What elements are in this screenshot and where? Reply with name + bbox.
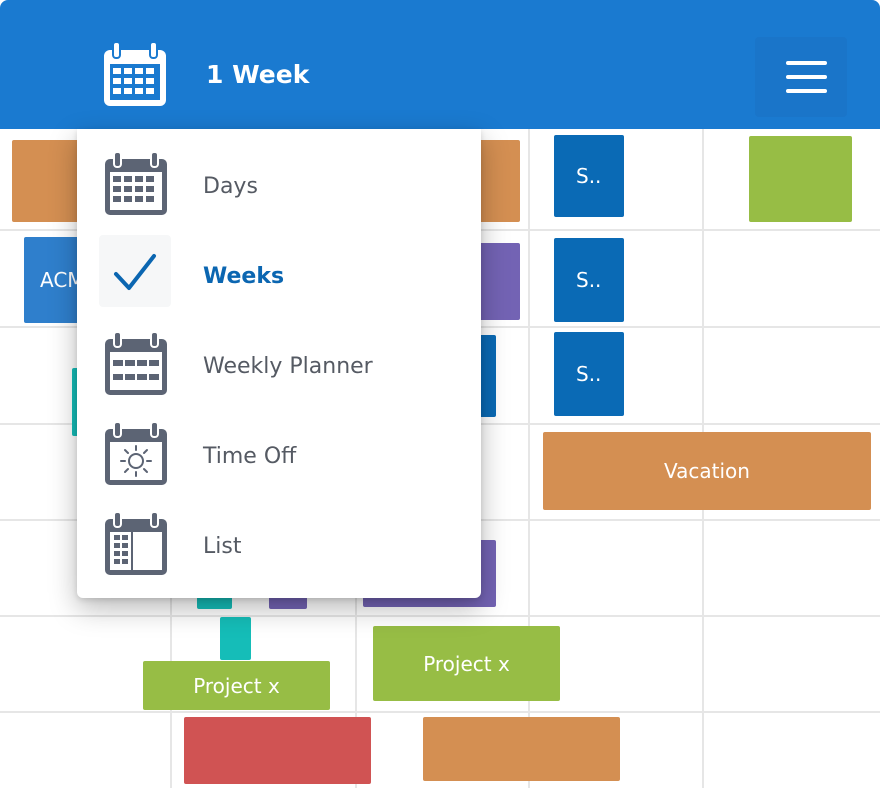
event-label: S.. (576, 268, 602, 292)
menu-item-label: List (203, 534, 242, 559)
event-label: Project x (193, 673, 280, 698)
checkmark-icon (114, 254, 156, 290)
menu-item-label: Weeks (203, 264, 285, 289)
event-block[interactable] (12, 140, 82, 222)
menu-item-list[interactable]: List (77, 496, 481, 586)
event-label: S.. (576, 362, 602, 386)
event-s-1[interactable]: S.. (554, 135, 624, 217)
event-project-x-2[interactable]: Project x (373, 626, 560, 701)
event-block[interactable] (184, 717, 371, 784)
event-acme[interactable]: ACM (24, 237, 85, 323)
grid-line (0, 711, 880, 713)
view-title[interactable]: 1 Week (206, 60, 309, 89)
menu-item-weekly-planner[interactable]: Weekly Planner (77, 316, 481, 406)
event-block[interactable] (220, 617, 251, 660)
menu-button[interactable] (755, 37, 847, 117)
calendar-icon[interactable] (100, 40, 170, 110)
menu-item-time-off[interactable]: Time Off (77, 406, 481, 496)
menu-item-label: Days (203, 174, 258, 199)
event-label: Vacation (664, 459, 750, 483)
grid-line (0, 615, 880, 617)
hamburger-menu-icon (786, 61, 827, 65)
hamburger-line (786, 89, 827, 93)
calendar-days-icon (105, 151, 167, 215)
event-project-x-1[interactable]: Project x (143, 661, 330, 710)
menu-item-days[interactable]: Days (77, 136, 481, 226)
calendar-weekly-planner-icon (105, 331, 167, 395)
event-s-2[interactable]: S.. (554, 238, 624, 322)
menu-item-weeks[interactable]: Weeks (77, 226, 481, 316)
calendar-list-icon (105, 511, 167, 575)
event-s-3[interactable]: S.. (554, 332, 624, 416)
header-bar: 1 Week (0, 0, 880, 129)
hamburger-line (786, 75, 827, 79)
event-block[interactable] (749, 136, 852, 222)
event-label: Project x (423, 651, 510, 676)
event-label: S.. (576, 164, 602, 188)
menu-item-label: Weekly Planner (203, 354, 373, 379)
calendar-sun-icon (105, 421, 167, 485)
event-block[interactable] (423, 717, 620, 781)
view-dropdown-menu: Days Weeks Weekly Planner Time Off List (77, 129, 481, 598)
menu-item-label: Time Off (203, 444, 297, 469)
event-vacation[interactable]: Vacation (543, 432, 871, 510)
